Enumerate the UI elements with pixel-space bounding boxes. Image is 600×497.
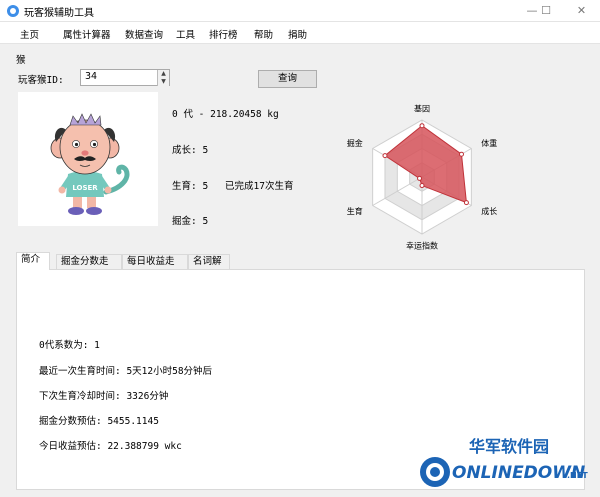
growth-stat: 成长: 5: [172, 145, 209, 156]
menu-help[interactable]: 帮助: [254, 27, 273, 41]
monkey-portrait: LOSER: [18, 92, 158, 226]
watermark-en: ONLINEDOWN: [452, 463, 585, 483]
spin-down-icon[interactable]: ▼: [157, 78, 169, 86]
spin-up-icon[interactable]: ▲: [157, 70, 169, 78]
generation-weight: 0 代 - 218.20458 kg: [172, 109, 279, 120]
attribute-radar-chart: 基因体重成长幸运指数 生育 掘金: [347, 104, 497, 251]
radar-point-1: [458, 151, 464, 157]
radar-point-2: [463, 200, 469, 206]
main-content: 猴 玩客猴ID: 34 ▲ ▼ 查询 LOSER 0 代 - 218.20458…: [9, 45, 591, 493]
radar-label-4: 生育: [347, 206, 363, 216]
tab-glossary[interactable]: 名词解释: [188, 254, 230, 281]
coefficient-text: 0代系数为: 1: [39, 340, 100, 351]
tab-mining-score-trend[interactable]: 掘金分数走势: [56, 254, 122, 281]
group-label: 猴: [16, 55, 26, 66]
title-bar: 玩客猴辅助工具 — ☐ ✕: [0, 0, 600, 22]
radar-point-4: [417, 175, 423, 181]
watermark-suffix: .NET: [567, 471, 588, 480]
radar-label-5: 掘金: [347, 138, 363, 148]
menu-attribute-calculator[interactable]: 属性计算器: [63, 27, 111, 41]
score-estimate-text: 掘金分数预估: 5455.1145: [39, 416, 159, 427]
monkey-id-value: 34: [85, 71, 98, 82]
radar-point-0: [419, 123, 425, 129]
radar-label-1: 体重: [481, 138, 497, 148]
radar-point-5: [382, 153, 388, 159]
query-button[interactable]: 查询: [258, 70, 317, 88]
maximize-button[interactable]: ☐: [528, 0, 564, 22]
radar-label-3: 幸运指数: [406, 240, 438, 250]
watermark-cn: 华军软件园: [469, 437, 549, 456]
radar-label-2: 成长: [481, 206, 497, 216]
daily-income-text: 今日收益预估: 22.388799 wkc: [39, 441, 182, 452]
close-button[interactable]: ✕: [563, 0, 600, 22]
breeding-stat: 生育: 5: [172, 181, 209, 192]
menu-home[interactable]: 主页: [20, 27, 39, 41]
shirt-text: LOSER: [72, 184, 98, 192]
breeding-count: 已完成17次生育: [225, 181, 294, 192]
window-title: 玩客猴辅助工具: [24, 8, 94, 19]
watermark-logo: 华军软件园 ONLINEDOWN .NET: [420, 437, 588, 487]
monkey-id-label: 玩客猴ID:: [18, 75, 64, 86]
tab-daily-income-trend[interactable]: 每日收益走势: [122, 254, 188, 281]
radar-point-3: [419, 183, 425, 189]
mining-stat: 掘金: 5: [172, 216, 209, 227]
menu-tools[interactable]: 工具: [176, 27, 195, 41]
cooldown-text: 下次生育冷却时间: 3326分钟: [39, 391, 169, 402]
last-breed-text: 最近一次生育时间: 5天12小时58分钟后: [39, 366, 213, 377]
menu-data-query[interactable]: 数据查询: [125, 27, 163, 41]
radar-label-0: 基因: [414, 104, 430, 114]
monkey-id-input[interactable]: 34 ▲ ▼: [80, 69, 170, 86]
menu-bar: 主页 属性计算器 数据查询 工具 排行榜 帮助 捐助: [0, 22, 600, 44]
monkey-illustration: LOSER: [50, 113, 130, 215]
app-icon: [7, 5, 19, 17]
menu-donate[interactable]: 捐助: [288, 27, 307, 41]
menu-leaderboard[interactable]: 排行榜: [209, 27, 238, 41]
tab-summary[interactable]: 简介: [16, 252, 50, 270]
